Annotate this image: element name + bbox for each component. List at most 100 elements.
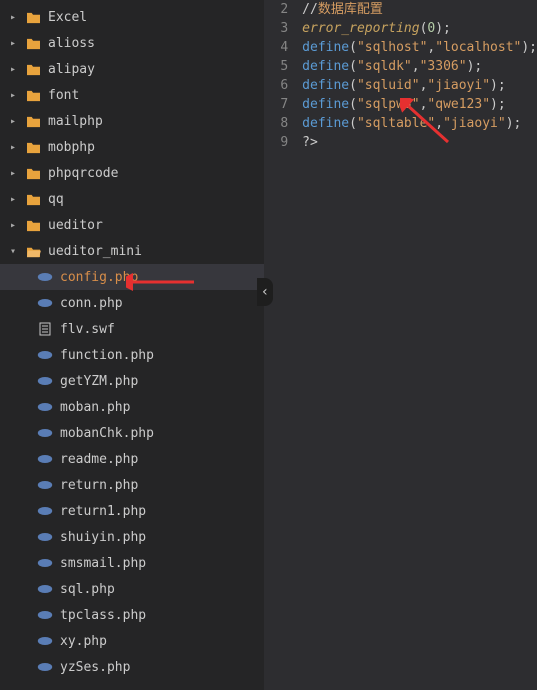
tree-item-label: phpqrcode <box>48 166 118 181</box>
token: // <box>302 2 318 17</box>
file-item-conn.php[interactable]: conn.php <box>0 290 264 316</box>
tree-item-label: conn.php <box>60 296 123 311</box>
folder-item-qq[interactable]: ▸qq <box>0 186 264 212</box>
code-line[interactable]: define("sqluid","jiaoyi"); <box>302 76 537 95</box>
tree-item-label: sql.php <box>60 582 115 597</box>
token: error_reporting <box>302 21 419 36</box>
file-item-flv.swf[interactable]: flv.swf <box>0 316 264 342</box>
chevron-right-icon: ▸ <box>10 38 20 49</box>
chevron-right-icon: ▸ <box>10 64 20 75</box>
code-line[interactable]: define("sqlpwd","qwe123"); <box>302 95 537 114</box>
tree-item-label: config.php <box>60 270 138 285</box>
folder-item-alipay[interactable]: ▸alipay <box>0 56 264 82</box>
code-content[interactable]: //数据库配置error_reporting(0);define("sqlhos… <box>298 0 537 690</box>
code-line[interactable]: error_reporting(0); <box>302 19 537 38</box>
code-line[interactable]: define("sqlhost","localhost"); <box>302 38 537 57</box>
chevron-right-icon: ▸ <box>10 116 20 127</box>
chevron-down-icon: ▾ <box>10 246 20 257</box>
code-line[interactable]: define("sqldk","3306"); <box>302 57 537 76</box>
chevron-right-icon: ▸ <box>10 90 20 101</box>
token: ); <box>467 59 483 74</box>
chevron-right-icon: ▸ <box>10 12 20 23</box>
line-number: 7 <box>264 95 288 114</box>
token: ); <box>521 40 537 55</box>
token: define <box>302 116 349 131</box>
file-item-readme.php[interactable]: readme.php <box>0 446 264 472</box>
tree-item-label: mailphp <box>48 114 103 129</box>
tree-item-label: getYZM.php <box>60 374 138 389</box>
tree-item-label: shuiyin.php <box>60 530 146 545</box>
chevron-left-icon: ‹ <box>261 284 269 300</box>
folder-item-ueditor_mini[interactable]: ▾ueditor_mini <box>0 238 264 264</box>
tree-item-label: yzSes.php <box>60 660 130 675</box>
folder-item-mailphp[interactable]: ▸ mailphp <box>0 108 264 134</box>
php-file-icon <box>36 506 54 516</box>
file-item-shuiyin.php[interactable]: shuiyin.php <box>0 524 264 550</box>
line-number: 8 <box>264 114 288 133</box>
folder-item-phpqrcode[interactable]: ▸phpqrcode <box>0 160 264 186</box>
file-item-return.php[interactable]: return.php <box>0 472 264 498</box>
code-line[interactable]: ?> <box>302 133 537 152</box>
php-file-icon <box>36 272 54 282</box>
php-file-icon <box>36 532 54 542</box>
line-number: 2 <box>264 0 288 19</box>
token: "sqltable" <box>357 116 435 131</box>
folder-open-icon <box>24 245 42 258</box>
tree-item-label: readme.php <box>60 452 138 467</box>
php-file-icon <box>36 350 54 360</box>
token: , <box>435 116 443 131</box>
token: ); <box>435 21 451 36</box>
line-number: 5 <box>264 57 288 76</box>
php-file-icon <box>36 480 54 490</box>
code-line[interactable]: define("sqltable","jiaoyi"); <box>302 114 537 133</box>
tree-item-label: alioss <box>48 36 95 51</box>
file-item-config.php[interactable]: config.php <box>0 264 264 290</box>
line-number: 3 <box>264 19 288 38</box>
tree-item-label: flv.swf <box>60 322 115 337</box>
token: ( <box>349 116 357 131</box>
line-number: 4 <box>264 38 288 57</box>
php-file-icon <box>36 584 54 594</box>
tree-item-label: return.php <box>60 478 138 493</box>
sidebar-collapse-handle[interactable]: ‹ <box>257 278 273 306</box>
file-item-smsmail.php[interactable]: smsmail.php <box>0 550 264 576</box>
php-file-icon <box>36 298 54 308</box>
folder-item-ueditor[interactable]: ▸ueditor <box>0 212 264 238</box>
folder-item-alioss[interactable]: ▸ alioss <box>0 30 264 56</box>
folder-item-excel[interactable]: ▸Excel <box>0 4 264 30</box>
chevron-right-icon: ▸ <box>10 142 20 153</box>
file-item-getyzm.php[interactable]: getYZM.php <box>0 368 264 394</box>
token: "jiaoyi" <box>427 78 490 93</box>
file-item-mobanchk.php[interactable]: mobanChk.php <box>0 420 264 446</box>
folder-icon <box>24 63 42 76</box>
token: "sqlpwd" <box>357 97 420 112</box>
file-item-sql.php[interactable]: sql.php <box>0 576 264 602</box>
file-item-xy.php[interactable]: xy.php <box>0 628 264 654</box>
file-item-tpclass.php[interactable]: tpclass.php <box>0 602 264 628</box>
file-item-return1.php[interactable]: return1.php <box>0 498 264 524</box>
tree-item-label: function.php <box>60 348 154 363</box>
folder-icon <box>24 11 42 24</box>
line-number: 6 <box>264 76 288 95</box>
file-explorer-sidebar[interactable]: ▸Excel▸alioss▸alipay▸font▸mailphp▸mobphp… <box>0 0 264 690</box>
folder-item-font[interactable]: ▸font <box>0 82 264 108</box>
tree-item-label: qq <box>48 192 64 207</box>
token: define <box>302 59 349 74</box>
token: "jiaoyi" <box>443 116 506 131</box>
folder-icon <box>24 37 42 50</box>
file-item-moban.php[interactable]: moban.php <box>0 394 264 420</box>
token: , <box>412 59 420 74</box>
code-editor[interactable]: 23456789 //数据库配置error_reporting(0);defin… <box>264 0 537 690</box>
token: ( <box>349 59 357 74</box>
token: ); <box>490 97 506 112</box>
folder-item-mobphp[interactable]: ▸mobphp <box>0 134 264 160</box>
folder-icon <box>24 167 42 180</box>
code-line[interactable]: //数据库配置 <box>302 0 537 19</box>
file-icon <box>36 322 54 336</box>
folder-icon <box>24 219 42 232</box>
php-file-icon <box>36 610 54 620</box>
token: define <box>302 78 349 93</box>
file-item-function.php[interactable]: function.php <box>0 342 264 368</box>
file-item-yzses.php[interactable]: yzSes.php <box>0 654 264 680</box>
tree-item-label: return1.php <box>60 504 146 519</box>
